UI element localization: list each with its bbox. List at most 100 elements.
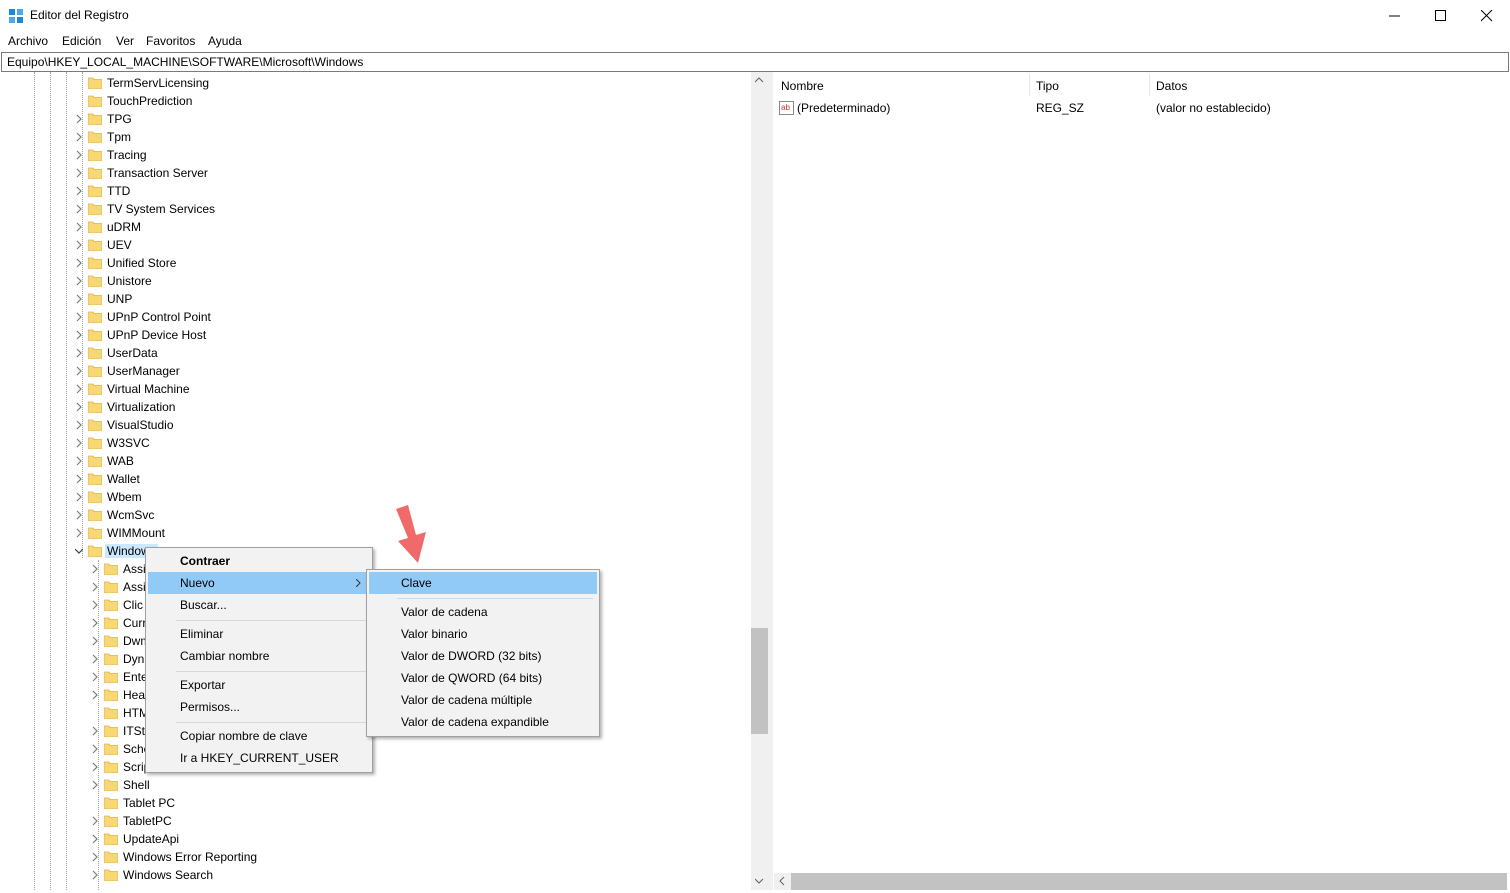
- menu-item-permisos[interactable]: Permisos...: [148, 696, 370, 718]
- menu-archivo[interactable]: Archivo: [8, 34, 48, 48]
- value-row[interactable]: ab (Predeterminado) REG_SZ (valor no est…: [773, 99, 1507, 117]
- chevron-right-icon[interactable]: [75, 114, 83, 124]
- chevron-right-icon[interactable]: [91, 852, 99, 862]
- tree-item[interactable]: WcmSvc: [2, 506, 752, 524]
- chevron-right-icon[interactable]: [75, 438, 83, 448]
- tree-item[interactable]: Transaction Server: [2, 164, 752, 182]
- chevron-right-icon[interactable]: [91, 600, 99, 610]
- chevron-right-icon[interactable]: [75, 276, 83, 286]
- tree-item[interactable]: Tpm: [2, 128, 752, 146]
- chevron-right-icon[interactable]: [75, 312, 83, 322]
- tree-item[interactable]: Wbem: [2, 488, 752, 506]
- tree-vertical-scrollbar[interactable]: [751, 72, 768, 890]
- chevron-right-icon[interactable]: [75, 402, 83, 412]
- tree-item[interactable]: UNP: [2, 290, 752, 308]
- tree-item[interactable]: Wallet: [2, 470, 752, 488]
- chevron-right-icon[interactable]: [75, 420, 83, 430]
- tree-item[interactable]: WIMMount: [2, 524, 752, 542]
- tree-item[interactable]: TabletPC: [2, 812, 752, 830]
- column-divider[interactable]: [1149, 74, 1150, 96]
- chevron-right-icon[interactable]: [91, 870, 99, 880]
- tree-item[interactable]: Tablet PC: [2, 794, 752, 812]
- chevron-right-icon[interactable]: [91, 582, 99, 592]
- menu-item-cambiar-nombre[interactable]: Cambiar nombre: [148, 645, 370, 667]
- column-datos[interactable]: Datos: [1156, 79, 1187, 93]
- submenu-item-cadena-expandible[interactable]: Valor de cadena expandible: [369, 711, 597, 733]
- column-tipo[interactable]: Tipo: [1036, 79, 1059, 93]
- tree-item[interactable]: Virtual Machine: [2, 380, 752, 398]
- tree-item[interactable]: UPnP Control Point: [2, 308, 752, 326]
- tree-item[interactable]: uDRM: [2, 218, 752, 236]
- chevron-right-icon[interactable]: [75, 204, 83, 214]
- chevron-right-icon[interactable]: [75, 456, 83, 466]
- chevron-right-icon[interactable]: [75, 294, 83, 304]
- menu-ver[interactable]: Ver: [116, 34, 134, 48]
- scroll-left-icon[interactable]: [779, 877, 785, 886]
- menu-item-copiar-nombre[interactable]: Copiar nombre de clave: [148, 725, 370, 747]
- tree-item[interactable]: UpdateApi: [2, 830, 752, 848]
- menu-item-nuevo[interactable]: Nuevo: [148, 572, 370, 594]
- chevron-right-icon[interactable]: [75, 168, 83, 178]
- menu-item-exportar[interactable]: Exportar: [148, 674, 370, 696]
- menu-ayuda[interactable]: Ayuda: [208, 34, 242, 48]
- chevron-right-icon[interactable]: [91, 654, 99, 664]
- minimize-button[interactable]: [1372, 0, 1418, 31]
- chevron-right-icon[interactable]: [91, 564, 99, 574]
- address-bar[interactable]: Equipo\HKEY_LOCAL_MACHINE\SOFTWARE\Micro…: [1, 52, 1509, 72]
- chevron-right-icon[interactable]: [75, 348, 83, 358]
- list-horizontal-scrollbar[interactable]: [774, 873, 1507, 890]
- chevron-right-icon[interactable]: [75, 474, 83, 484]
- key-tree[interactable]: TermServLicensing TouchPrediction TPG Tpm Tr…: [2, 72, 752, 890]
- chevron-right-icon[interactable]: [91, 690, 99, 700]
- tree-item[interactable]: TPG: [2, 110, 752, 128]
- tree-item[interactable]: VisualStudio: [2, 416, 752, 434]
- submenu-item-valor-cadena[interactable]: Valor de cadena: [369, 601, 597, 623]
- tree-item[interactable]: TermServLicensing: [2, 74, 752, 92]
- tree-item[interactable]: UserManager: [2, 362, 752, 380]
- close-button[interactable]: [1464, 0, 1510, 31]
- chevron-right-icon[interactable]: [91, 834, 99, 844]
- column-divider[interactable]: [1029, 74, 1030, 96]
- chevron-right-icon[interactable]: [75, 510, 83, 520]
- menu-item-contraer[interactable]: Contraer: [148, 550, 370, 572]
- chevron-right-icon[interactable]: [91, 618, 99, 628]
- chevron-right-icon[interactable]: [75, 330, 83, 340]
- chevron-right-icon[interactable]: [91, 762, 99, 772]
- chevron-right-icon[interactable]: [91, 726, 99, 736]
- menu-item-eliminar[interactable]: Eliminar: [148, 623, 370, 645]
- submenu-item-valor-binario[interactable]: Valor binario: [369, 623, 597, 645]
- column-nombre[interactable]: Nombre: [781, 79, 824, 93]
- chevron-down-icon[interactable]: [75, 546, 83, 556]
- tree-item[interactable]: TV System Services: [2, 200, 752, 218]
- scroll-down-icon[interactable]: [755, 878, 764, 884]
- tree-item[interactable]: Shell: [2, 776, 752, 794]
- submenu-item-dword[interactable]: Valor de DWORD (32 bits): [369, 645, 597, 667]
- chevron-right-icon[interactable]: [75, 258, 83, 268]
- menu-item-ir-hkcu[interactable]: Ir a HKEY_CURRENT_USER: [148, 747, 370, 769]
- maximize-button[interactable]: [1418, 0, 1464, 31]
- tree-item[interactable]: Scrip: [2, 758, 752, 776]
- chevron-right-icon[interactable]: [91, 816, 99, 826]
- chevron-right-icon[interactable]: [75, 222, 83, 232]
- tree-item[interactable]: Tracing: [2, 146, 752, 164]
- tree-item[interactable]: Unified Store: [2, 254, 752, 272]
- tree-item[interactable]: UEV: [2, 236, 752, 254]
- chevron-right-icon[interactable]: [75, 150, 83, 160]
- chevron-right-icon[interactable]: [75, 528, 83, 538]
- tree-item[interactable]: UserData: [2, 344, 752, 362]
- chevron-right-icon[interactable]: [91, 744, 99, 754]
- menu-item-buscar[interactable]: Buscar...: [148, 594, 370, 616]
- scroll-up-icon[interactable]: [755, 77, 764, 83]
- submenu-item-qword[interactable]: Valor de QWORD (64 bits): [369, 667, 597, 689]
- menu-edicion[interactable]: Edición: [62, 34, 101, 48]
- tree-item[interactable]: Sche: [2, 740, 752, 758]
- submenu-item-clave[interactable]: Clave: [369, 572, 597, 594]
- tree-item[interactable]: Unistore: [2, 272, 752, 290]
- tree-item[interactable]: Virtualization: [2, 398, 752, 416]
- chevron-right-icon[interactable]: [75, 384, 83, 394]
- menu-favoritos[interactable]: Favoritos: [146, 34, 195, 48]
- chevron-right-icon[interactable]: [91, 780, 99, 790]
- tree-item[interactable]: WAB: [2, 452, 752, 470]
- tree-item[interactable]: TouchPrediction: [2, 92, 752, 110]
- list-scroll-thumb[interactable]: [791, 873, 1507, 890]
